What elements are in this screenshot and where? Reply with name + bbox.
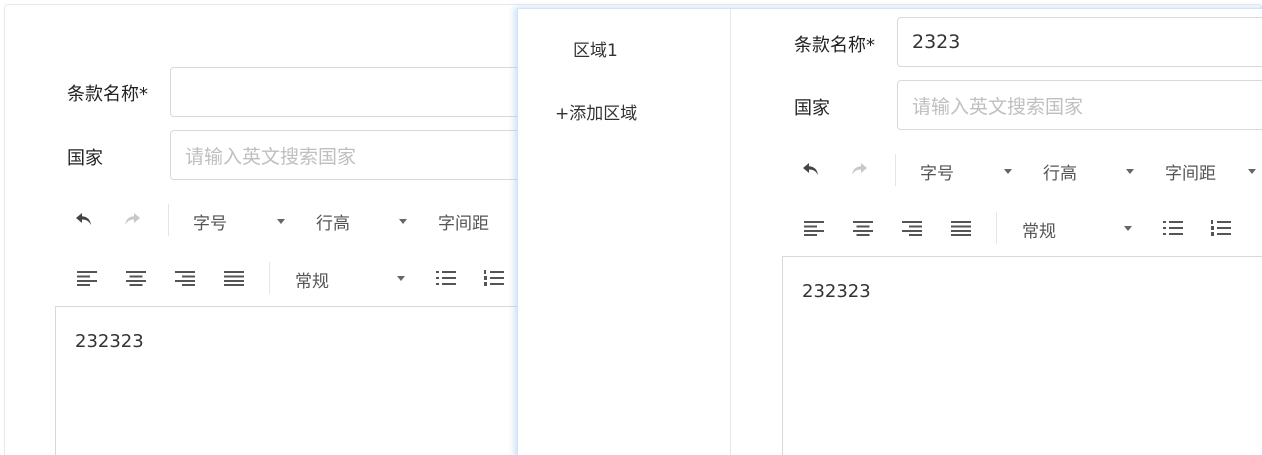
numbered-list-icon[interactable] (484, 268, 504, 288)
letter-spacing-label: 字间距 (1165, 164, 1216, 184)
paragraph-style-label: 常规 (295, 272, 329, 292)
letter-spacing-select[interactable]: 字间距 (1165, 159, 1216, 184)
country-label: 国家 (67, 148, 103, 169)
clause-name-label: 条款名称* (67, 84, 148, 105)
country-search-input[interactable]: 请输入英文搜索国家 (170, 130, 530, 180)
font-size-label: 字号 (193, 214, 227, 234)
toolbar-separator (996, 212, 997, 244)
toolbar-separator (269, 262, 270, 294)
add-region-button[interactable]: +添加区域 (555, 99, 637, 124)
align-center-icon[interactable] (853, 218, 873, 238)
line-height-label: 行高 (316, 214, 350, 234)
chevron-down-icon (1124, 226, 1132, 231)
paragraph-style-select[interactable]: 常规 (295, 267, 329, 292)
letter-spacing-label: 字间距 (438, 214, 489, 234)
clause-name-label: 条款名称* (794, 35, 875, 56)
undo-icon[interactable] (74, 209, 94, 229)
align-center-icon[interactable] (126, 268, 146, 288)
clause-name-input[interactable] (170, 67, 530, 117)
redo-icon[interactable] (122, 209, 142, 229)
chevron-down-icon (1126, 169, 1134, 174)
font-size-label: 字号 (920, 164, 954, 184)
chevron-down-icon (397, 276, 405, 281)
align-right-icon[interactable] (175, 268, 195, 288)
letter-spacing-select[interactable]: 字间距 (438, 209, 489, 234)
undo-icon[interactable] (801, 159, 821, 179)
editor-content: 232323 (802, 281, 871, 302)
line-height-select[interactable]: 行高 (1043, 159, 1077, 184)
toolbar-separator (168, 204, 169, 236)
region-item[interactable]: 区域1 (573, 36, 618, 61)
line-height-label: 行高 (1043, 164, 1077, 184)
numbered-list-icon[interactable] (1211, 218, 1231, 238)
align-right-icon[interactable] (902, 218, 922, 238)
country-label: 国家 (794, 98, 830, 119)
chevron-down-icon (1004, 169, 1012, 174)
redo-icon[interactable] (849, 159, 869, 179)
clause-name-input[interactable]: 2323 (897, 17, 1262, 67)
paragraph-style-select[interactable]: 常规 (1022, 217, 1056, 242)
chevron-down-icon (1248, 169, 1256, 174)
align-left-icon[interactable] (804, 218, 824, 238)
line-height-select[interactable]: 行高 (316, 209, 350, 234)
toolbar-separator (895, 154, 896, 186)
paragraph-style-label: 常规 (1022, 222, 1056, 242)
chevron-down-icon (399, 219, 407, 224)
chevron-down-icon (277, 219, 285, 224)
font-size-select[interactable]: 字号 (193, 209, 227, 234)
align-justify-icon[interactable] (951, 218, 971, 238)
align-left-icon[interactable] (77, 268, 97, 288)
bullet-list-icon[interactable] (1163, 218, 1183, 238)
rich-text-editor[interactable] (55, 306, 525, 455)
editor-content: 232323 (75, 331, 144, 352)
region-item-label: 区域1 (573, 41, 618, 61)
align-justify-icon[interactable] (224, 268, 244, 288)
bullet-list-icon[interactable] (436, 268, 456, 288)
country-search-input[interactable]: 请输入英文搜索国家 (897, 80, 1262, 130)
region-list (518, 9, 731, 455)
font-size-select[interactable]: 字号 (920, 159, 954, 184)
add-region-label: +添加区域 (555, 104, 638, 124)
